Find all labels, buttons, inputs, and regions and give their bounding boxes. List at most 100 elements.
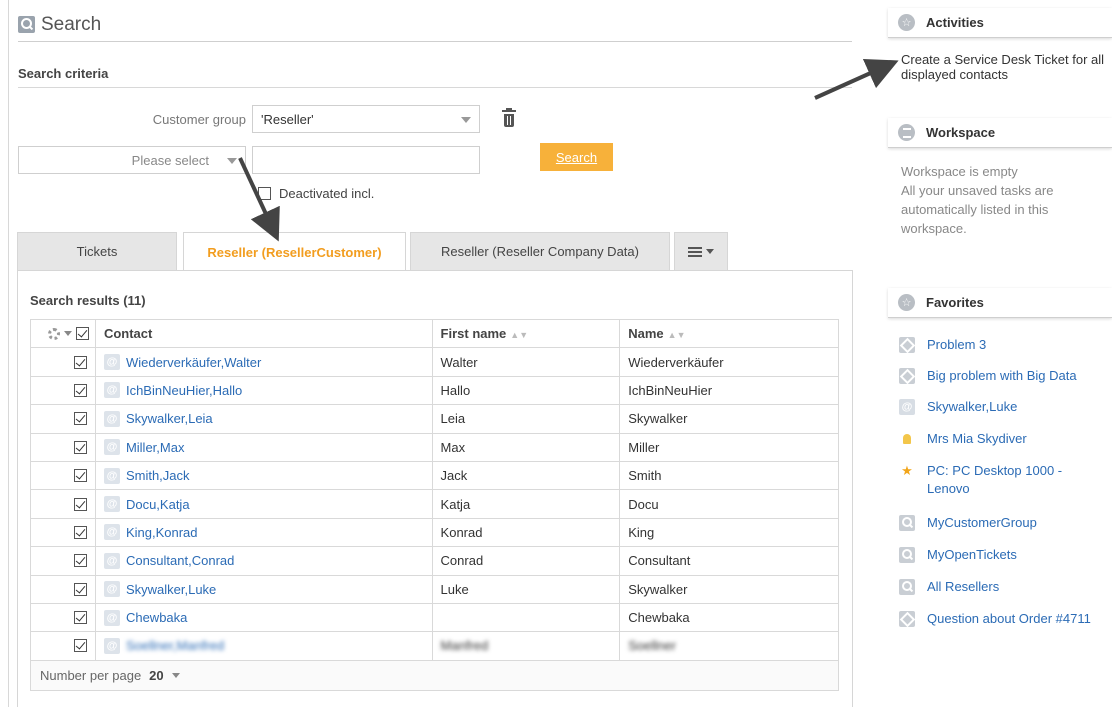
- favorite-label: Problem 3: [927, 337, 987, 352]
- row-select-cell: [30, 546, 96, 576]
- contact-cell: @ Wiederverkäufer,Walter: [94, 347, 433, 377]
- page-header: Search: [18, 8, 852, 42]
- row-checkbox[interactable]: [73, 383, 87, 397]
- contact-link[interactable]: Skywalker,Luke: [126, 582, 216, 597]
- first-name-value: Manfred: [440, 638, 489, 654]
- contact-cell: @ Consultant,Conrad: [94, 546, 433, 576]
- row-checkbox[interactable]: [73, 497, 87, 511]
- table-row[interactable]: @ Skywalker,Luke Luke Skywalker: [30, 574, 839, 604]
- table-row[interactable]: @ Wiederverkäufer,Walter Walter Wiederverkä…: [30, 347, 839, 377]
- search-button[interactable]: Search: [540, 143, 613, 171]
- name-cell: King: [619, 517, 839, 548]
- column-header-first-name[interactable]: First name ▲▼: [431, 318, 621, 349]
- gear-icon[interactable]: [47, 327, 60, 340]
- table-row[interactable]: @ Skywalker,Leia Leia Skywalker: [30, 404, 839, 434]
- tab-more-menu[interactable]: [674, 232, 728, 270]
- contact-link[interactable]: Miller,Max: [126, 440, 185, 455]
- contact-link[interactable]: King,Konrad: [126, 525, 198, 540]
- name-cell: Soellner: [619, 631, 839, 661]
- name-value: Wiederverkäufer: [628, 354, 724, 370]
- contact-icon: @: [899, 399, 915, 415]
- first-name-cell: Max: [431, 432, 621, 462]
- workspace-empty-text: Workspace is empty: [901, 164, 1018, 179]
- activity-create-ticket-link[interactable]: Create a Service Desk Ticket for all dis…: [901, 52, 1111, 82]
- favorite-label: PC: PC Desktop 1000 - Lenovo: [927, 463, 1063, 496]
- first-name-cell: Konrad: [431, 517, 621, 548]
- favorite-item[interactable]: Big problem with Big Data: [899, 367, 1104, 385]
- row-checkbox[interactable]: [73, 355, 87, 369]
- contact-link[interactable]: Docu,Katja: [126, 497, 190, 512]
- favorite-item[interactable]: ★ PC: PC Desktop 1000 - Lenovo: [899, 462, 1104, 498]
- tab-reseller-company-data[interactable]: Reseller (Reseller Company Data): [410, 232, 670, 270]
- tab-tickets[interactable]: Tickets: [17, 232, 177, 270]
- sort-icon[interactable]: ▲▼: [510, 330, 528, 340]
- ticket-icon: [899, 368, 915, 384]
- first-name-value: Konrad: [440, 524, 483, 540]
- table-row[interactable]: @ Soellner,Manfred Manfred Soellner: [30, 631, 839, 661]
- row-checkbox[interactable]: [73, 412, 87, 426]
- favorite-item[interactable]: Mrs Mia Skydiver: [899, 430, 1104, 448]
- row-checkbox[interactable]: [73, 525, 87, 539]
- criterion-value-input[interactable]: [252, 146, 480, 174]
- table-row[interactable]: @ King,Konrad Konrad King: [30, 517, 839, 548]
- ticket-icon: [899, 611, 915, 627]
- column-header-contact[interactable]: Contact: [94, 318, 433, 349]
- row-checkbox[interactable]: [73, 639, 87, 653]
- chevron-down-icon[interactable]: [171, 673, 180, 678]
- favorite-item[interactable]: Problem 3: [899, 336, 1104, 354]
- row-checkbox[interactable]: [73, 611, 87, 625]
- contact-link[interactable]: Consultant,Conrad: [126, 553, 234, 568]
- contact-link[interactable]: Smith,Jack: [126, 468, 190, 483]
- contact-cell: @ King,Konrad: [94, 517, 433, 548]
- first-name-cell: Jack: [431, 460, 621, 491]
- customer-group-value: 'Reseller': [261, 111, 314, 127]
- table-row[interactable]: @ Chewbaka Chewbaka: [30, 602, 839, 633]
- chevron-down-icon: [461, 117, 471, 123]
- name-value: Miller: [628, 439, 660, 455]
- first-name-cell: Walter: [431, 347, 621, 377]
- table-row[interactable]: @ Consultant,Conrad Conrad Consultant: [30, 546, 839, 576]
- favorite-item[interactable]: MyOpenTickets: [899, 546, 1104, 564]
- row-checkbox[interactable]: [73, 554, 87, 568]
- first-name-value: Luke: [440, 581, 469, 597]
- contact-link[interactable]: Soellner,Manfred: [126, 638, 224, 653]
- column-header-name[interactable]: Name ▲▼: [619, 318, 839, 349]
- favorite-item[interactable]: @ Skywalker,Luke: [899, 398, 1104, 416]
- search-results-title: Search results (11): [30, 293, 146, 308]
- search-icon: [899, 579, 915, 595]
- contact-icon: @: [103, 637, 120, 654]
- customer-group-select[interactable]: 'Reseller': [252, 105, 480, 133]
- workspace-header: Workspace: [888, 118, 1112, 148]
- contact-link[interactable]: Chewbaka: [126, 610, 187, 625]
- star-icon: [898, 294, 915, 311]
- first-name-cell: Luke: [431, 574, 621, 604]
- name-value: Skywalker: [628, 411, 688, 427]
- person-icon: [899, 431, 915, 447]
- contact-link[interactable]: Skywalker,Leia: [126, 411, 213, 426]
- contact-icon: @: [103, 382, 120, 399]
- table-row[interactable]: @ Miller,Max Max Miller: [30, 432, 839, 462]
- table-row[interactable]: @ IchBinNeuHier,Hallo Hallo IchBinNeuHier: [30, 375, 839, 406]
- favorite-item[interactable]: Question about Order #4711: [899, 610, 1104, 628]
- sort-icon[interactable]: ▲▼: [668, 330, 686, 340]
- page-size-value[interactable]: 20: [149, 668, 163, 683]
- table-row[interactable]: @ Smith,Jack Jack Smith: [30, 460, 839, 491]
- customer-group-label: Customer group: [152, 112, 246, 127]
- row-checkbox[interactable]: [73, 440, 87, 454]
- criterion-field-select[interactable]: Please select: [18, 146, 246, 174]
- row-checkbox[interactable]: [73, 469, 87, 483]
- deactivated-option[interactable]: Deactivated incl.: [258, 186, 374, 201]
- row-checkbox[interactable]: [73, 582, 87, 596]
- tab-reseller-customer[interactable]: Reseller (ResellerCustomer): [183, 232, 406, 272]
- favorite-item[interactable]: All Resellers: [899, 578, 1104, 596]
- deactivated-checkbox[interactable]: [258, 187, 271, 200]
- contact-link[interactable]: IchBinNeuHier,Hallo: [126, 383, 242, 398]
- chevron-down-icon[interactable]: [63, 331, 72, 337]
- delete-criterion-icon[interactable]: [502, 108, 516, 128]
- first-name-value: Katja: [440, 496, 471, 512]
- contact-link[interactable]: Wiederverkäufer,Walter: [126, 355, 261, 370]
- select-all-checkbox[interactable]: [75, 327, 89, 341]
- table-row[interactable]: @ Docu,Katja Katja Docu: [30, 489, 839, 519]
- favorite-item[interactable]: MyCustomerGroup: [899, 514, 1104, 532]
- name-value: Chewbaka: [628, 610, 690, 626]
